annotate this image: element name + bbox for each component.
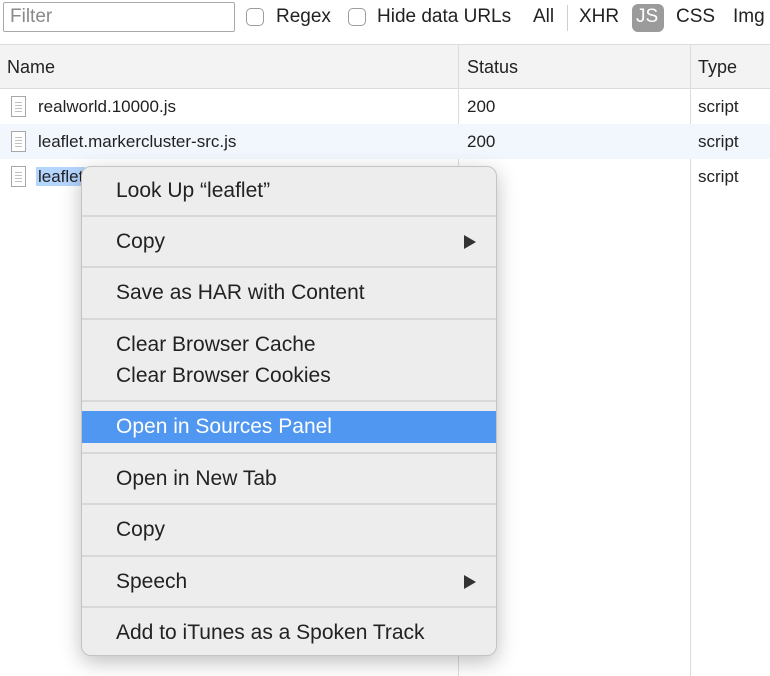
column-header-status[interactable]: Status xyxy=(467,57,518,78)
row-type: script xyxy=(698,97,739,116)
table-header: Name Status Type xyxy=(0,44,770,89)
row-status: 200 xyxy=(467,132,496,151)
network-panel: Regex Hide data URLs All XHR JS CSS Img … xyxy=(0,0,770,676)
menu-separator xyxy=(82,555,496,557)
menu-item-clear-cache[interactable]: Clear Browser Cache xyxy=(82,329,496,361)
filter-all[interactable]: All xyxy=(533,6,554,28)
menu-separator xyxy=(82,606,496,608)
menu-item-label: Clear Browser Cache xyxy=(116,333,316,356)
filter-css[interactable]: CSS xyxy=(676,6,715,28)
filter-img[interactable]: Img xyxy=(733,6,765,28)
menu-item-label: Open in Sources Panel xyxy=(116,415,332,438)
filter-input[interactable] xyxy=(3,2,235,32)
menu-separator xyxy=(82,318,496,320)
menu-item-save-har[interactable]: Save as HAR with Content xyxy=(82,277,496,309)
filter-js[interactable]: JS xyxy=(636,6,658,28)
context-menu: Look Up “leaflet” Copy Save as HAR with … xyxy=(81,166,497,656)
menu-separator xyxy=(82,215,496,217)
toolbar-divider xyxy=(567,5,568,31)
menu-item-add-to-itunes[interactable]: Add to iTunes as a Spoken Track xyxy=(82,617,496,649)
menu-item-look-up[interactable]: Look Up “leaflet” xyxy=(82,175,496,207)
submenu-arrow-icon xyxy=(464,235,476,249)
hide-data-urls-checkbox[interactable] xyxy=(348,8,366,26)
table-row[interactable]: realworld.10000.js 200 script xyxy=(0,89,770,124)
hide-data-urls-label[interactable]: Hide data URLs xyxy=(377,6,511,28)
row-type: script xyxy=(698,132,739,151)
file-icon xyxy=(11,166,26,187)
filter-xhr[interactable]: XHR xyxy=(579,6,619,28)
menu-item-label: Open in New Tab xyxy=(116,467,277,490)
row-status: 200 xyxy=(467,97,496,116)
submenu-arrow-icon xyxy=(464,575,476,589)
menu-item-label: Add to iTunes as a Spoken Track xyxy=(116,621,425,644)
menu-item-label: Copy xyxy=(116,518,166,541)
menu-separator xyxy=(82,503,496,505)
menu-item-label: Speech xyxy=(116,570,188,593)
menu-item-open-new-tab[interactable]: Open in New Tab xyxy=(82,463,496,495)
selected-text: leaflet xyxy=(36,167,86,186)
menu-separator xyxy=(82,452,496,454)
menu-item-label: Copy xyxy=(116,230,166,253)
row-name: realworld.10000.js xyxy=(38,97,176,116)
table-row[interactable]: leaflet.markercluster-src.js 200 script xyxy=(0,124,770,159)
column-header-type[interactable]: Type xyxy=(698,57,737,78)
menu-item-label: Save as HAR with Content xyxy=(116,281,365,304)
network-toolbar: Regex Hide data URLs All XHR JS CSS Img xyxy=(0,0,770,40)
menu-item-open-in-sources[interactable]: Open in Sources Panel xyxy=(82,411,496,443)
menu-item-clear-cookies[interactable]: Clear Browser Cookies xyxy=(82,360,496,392)
row-name-selected: leaflet xyxy=(36,167,86,187)
column-header-name[interactable]: Name xyxy=(7,57,55,78)
menu-item-label: Look Up “leaflet” xyxy=(116,179,271,202)
menu-item-speech[interactable]: Speech xyxy=(82,566,496,598)
row-type: script xyxy=(698,167,739,186)
row-name: leaflet.markercluster-src.js xyxy=(38,132,237,151)
regex-label[interactable]: Regex xyxy=(276,6,331,28)
menu-separator xyxy=(82,266,496,268)
file-icon xyxy=(11,96,26,117)
menu-item-copy[interactable]: Copy xyxy=(82,514,496,546)
file-icon xyxy=(11,131,26,152)
menu-item-copy-submenu[interactable]: Copy xyxy=(82,226,496,258)
menu-separator xyxy=(82,400,496,402)
menu-item-label: Clear Browser Cookies xyxy=(116,364,331,387)
regex-checkbox[interactable] xyxy=(246,8,264,26)
